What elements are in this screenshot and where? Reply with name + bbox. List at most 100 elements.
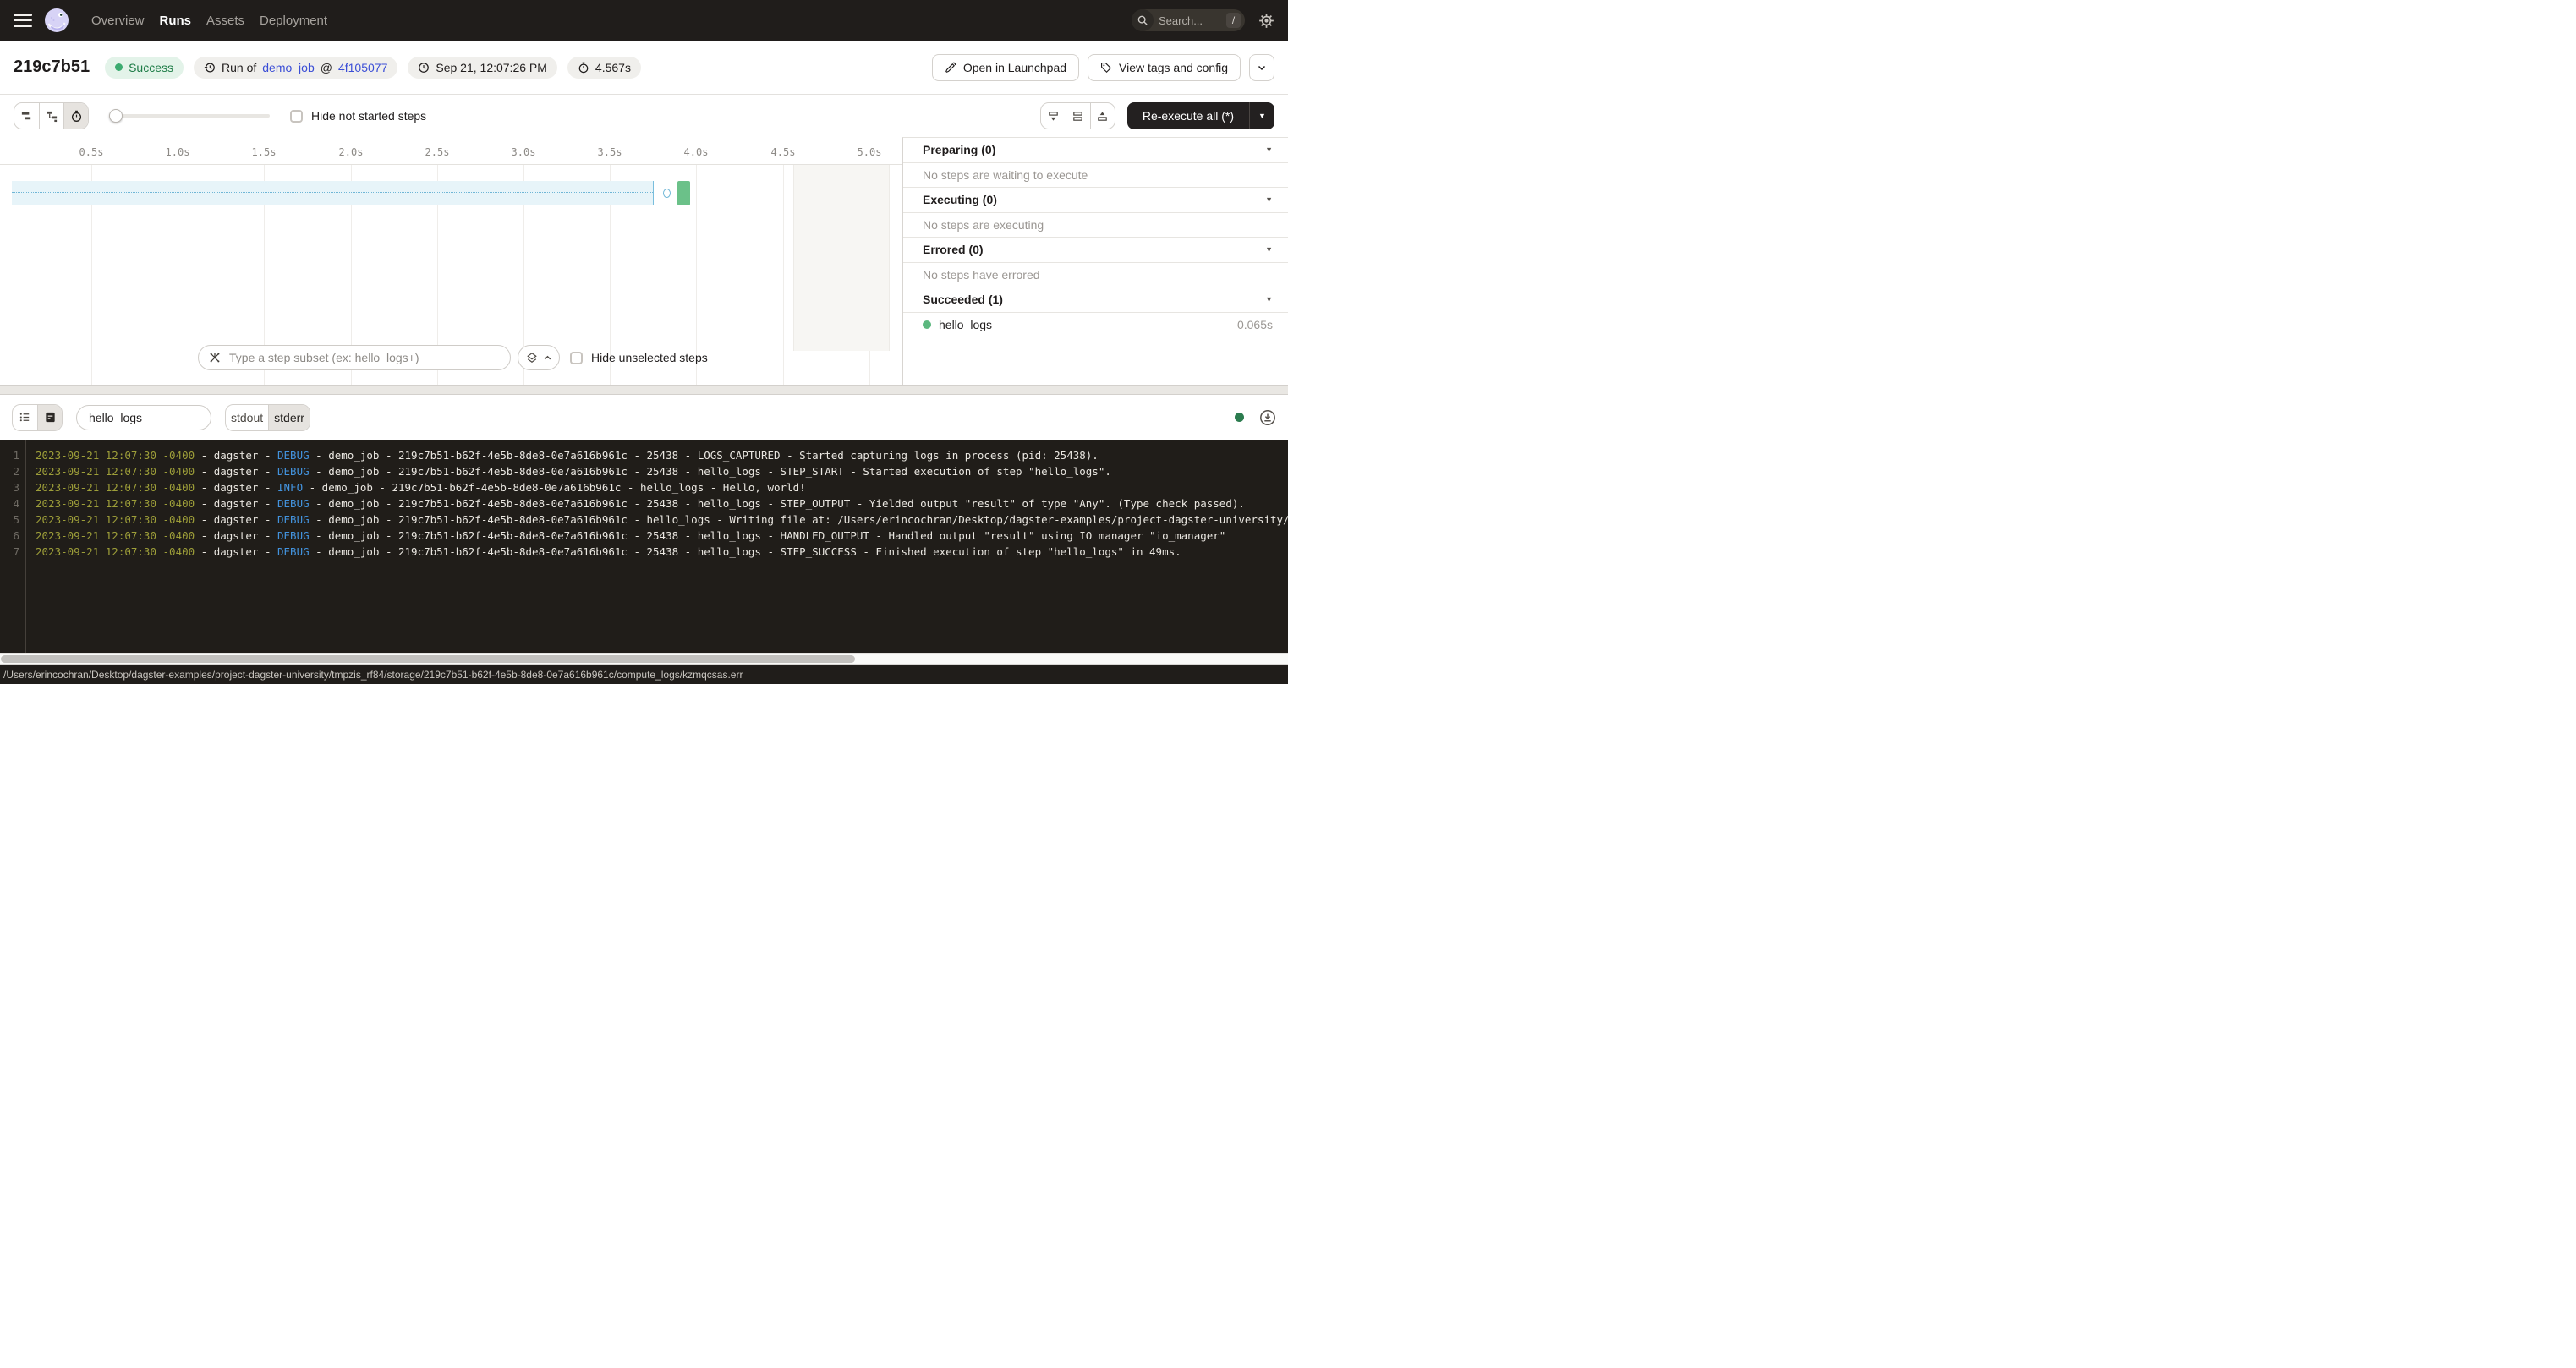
axis-tick: 0.5s (79, 146, 104, 158)
log-line: 2023-09-21 12:07:30 -0400 - dagster - DE… (36, 463, 1288, 479)
line-number: 5 (0, 512, 19, 528)
log-toolbar: hello_logs stdout stderr (0, 395, 1288, 440)
search-box[interactable]: / (1132, 9, 1245, 31)
log-line: 2023-09-21 12:07:30 -0400 - dagster - DE… (36, 447, 1288, 463)
log-line: 2023-09-21 12:07:30 -0400 - dagster - IN… (36, 479, 1288, 495)
stdout-stderr-tabs: stdout stderr (225, 404, 310, 431)
log-view-mode-group (12, 404, 63, 431)
nav-item-runs[interactable]: Runs (160, 14, 192, 28)
chevron-down-icon: ▼ (1265, 295, 1273, 304)
stopwatch-icon (578, 62, 589, 74)
search-icon (1132, 9, 1154, 31)
collapse-down-icon[interactable] (1041, 103, 1066, 129)
hide-unselected-label: Hide unselected steps (591, 351, 708, 364)
tab-stdout[interactable]: stdout (226, 405, 268, 430)
line-number: 6 (0, 528, 19, 544)
chevron-up-icon (543, 353, 552, 363)
step-start-marker-icon[interactable] (663, 189, 671, 198)
tag-icon (1100, 62, 1112, 74)
section-errored[interactable]: Errored (0) ▼ (903, 238, 1288, 263)
log-line: 2023-09-21 12:07:30 -0400 - dagster - DE… (36, 544, 1288, 560)
reexecute-caret-icon[interactable]: ▼ (1249, 102, 1274, 129)
hide-unselected-checkbox-row[interactable]: Hide unselected steps (570, 345, 708, 370)
status-bar: /Users/erincochran/Desktop/dagster-examp… (0, 665, 1288, 684)
gantt-toolbar: Hide not started steps Re-execute all (*… (0, 95, 1288, 137)
run-duration-pill: 4.567s (567, 57, 641, 79)
nav-item-overview[interactable]: Overview (91, 14, 145, 28)
slider-track[interactable] (109, 114, 270, 118)
run-id-title: 219c7b51 (14, 57, 90, 77)
run-header: 219c7b51 Success Run of demo_job @ 4f105… (0, 41, 1288, 95)
line-number: 4 (0, 495, 19, 512)
hide-not-started-checkbox-row[interactable]: Hide not started steps (290, 109, 426, 123)
timed-view-icon[interactable] (63, 103, 88, 129)
axis-tick: 4.5s (771, 146, 796, 158)
reexecute-all-button: Re-execute all (*) ▼ (1127, 102, 1274, 129)
expand-up-icon[interactable] (1090, 103, 1115, 129)
axis-tick: 2.5s (425, 146, 450, 158)
split-rows-icon[interactable] (1066, 103, 1090, 129)
job-link[interactable]: demo_job (262, 61, 315, 74)
section-executing[interactable]: Executing (0) ▼ (903, 188, 1288, 213)
dagster-logo[interactable] (44, 8, 69, 33)
flat-view-icon[interactable] (14, 103, 39, 129)
step-duration: 0.065s (1237, 318, 1273, 331)
chevron-down-icon: ▼ (1265, 145, 1273, 154)
view-tags-config-button[interactable]: View tags and config (1088, 54, 1241, 81)
nav-item-deployment[interactable]: Deployment (260, 14, 327, 28)
section-succeeded[interactable]: Succeeded (1) ▼ (903, 287, 1288, 313)
horizontal-scrollbar[interactable] (0, 653, 1288, 665)
panel-arrangement-group (1040, 102, 1115, 129)
panel-splitter[interactable] (0, 385, 1288, 395)
graph-query-toggle-button[interactable] (518, 345, 560, 370)
raw-log-view-icon[interactable] (37, 405, 62, 430)
hide-unselected-checkbox[interactable] (570, 352, 583, 364)
pencil-icon (945, 62, 956, 74)
log-capture-status-dot (1235, 413, 1244, 422)
nav-item-assets[interactable]: Assets (206, 14, 244, 28)
open-in-launchpad-button[interactable]: Open in Launchpad (932, 54, 1079, 81)
axis-tick: 3.5s (598, 146, 622, 158)
axis-tick: 5.0s (858, 146, 882, 158)
tab-stderr[interactable]: stderr (268, 405, 310, 430)
gantt-chart: 0.5s 1.0s 1.5s 2.0s 2.5s 3.0s 3.5s 4.0s … (0, 137, 902, 385)
section-executing-empty: No steps are executing (903, 213, 1288, 238)
log-toolbar-right (1235, 409, 1276, 426)
waterfall-view-icon[interactable] (39, 103, 63, 129)
snapshot-link[interactable]: 4f105077 (338, 61, 387, 74)
header-more-actions-button[interactable] (1249, 54, 1274, 81)
axis-tick: 3.0s (512, 146, 536, 158)
run-of-pill: Run of demo_job @ 4f105077 (194, 57, 397, 79)
log-step-filter-field[interactable]: hello_logs (76, 405, 211, 430)
gantt-zoom-slider[interactable] (109, 103, 270, 129)
step-waiting-bar[interactable] (12, 181, 654, 205)
step-subset-inputbox[interactable] (198, 345, 511, 370)
succeeded-step-row[interactable]: hello_logs 0.065s (903, 313, 1288, 338)
nav-items: Overview Runs Assets Deployment (91, 14, 327, 28)
success-dot-icon (115, 63, 123, 71)
gear-icon[interactable] (1258, 13, 1274, 29)
section-preparing[interactable]: Preparing (0) ▼ (903, 138, 1288, 163)
chevron-down-icon: ▼ (1265, 245, 1273, 254)
reexecute-all-label[interactable]: Re-execute all (*) (1127, 102, 1249, 129)
axis-tick: 2.0s (339, 146, 364, 158)
axis-tick: 1.0s (166, 146, 190, 158)
structured-log-view-icon[interactable] (13, 405, 37, 430)
dependency-dotted-line (12, 192, 653, 193)
menu-icon[interactable] (14, 14, 32, 27)
run-time-pill: Sep 21, 12:07:26 PM (408, 57, 557, 79)
step-subset-input[interactable] (227, 350, 500, 365)
log-file-path: /Users/erincochran/Desktop/dagster-examp… (3, 669, 743, 681)
axis-tick: 4.0s (684, 146, 709, 158)
history-icon (204, 62, 216, 74)
axis-tick: 1.5s (252, 146, 277, 158)
hide-not-started-checkbox[interactable] (290, 110, 303, 123)
search-input[interactable] (1154, 14, 1226, 27)
line-number: 3 (0, 479, 19, 495)
download-icon[interactable] (1259, 409, 1276, 426)
slider-handle[interactable] (109, 109, 123, 123)
step-success-bar[interactable] (677, 181, 690, 205)
section-preparing-empty: No steps are waiting to execute (903, 163, 1288, 189)
scrollbar-thumb[interactable] (1, 655, 855, 663)
line-number: 1 (0, 447, 19, 463)
